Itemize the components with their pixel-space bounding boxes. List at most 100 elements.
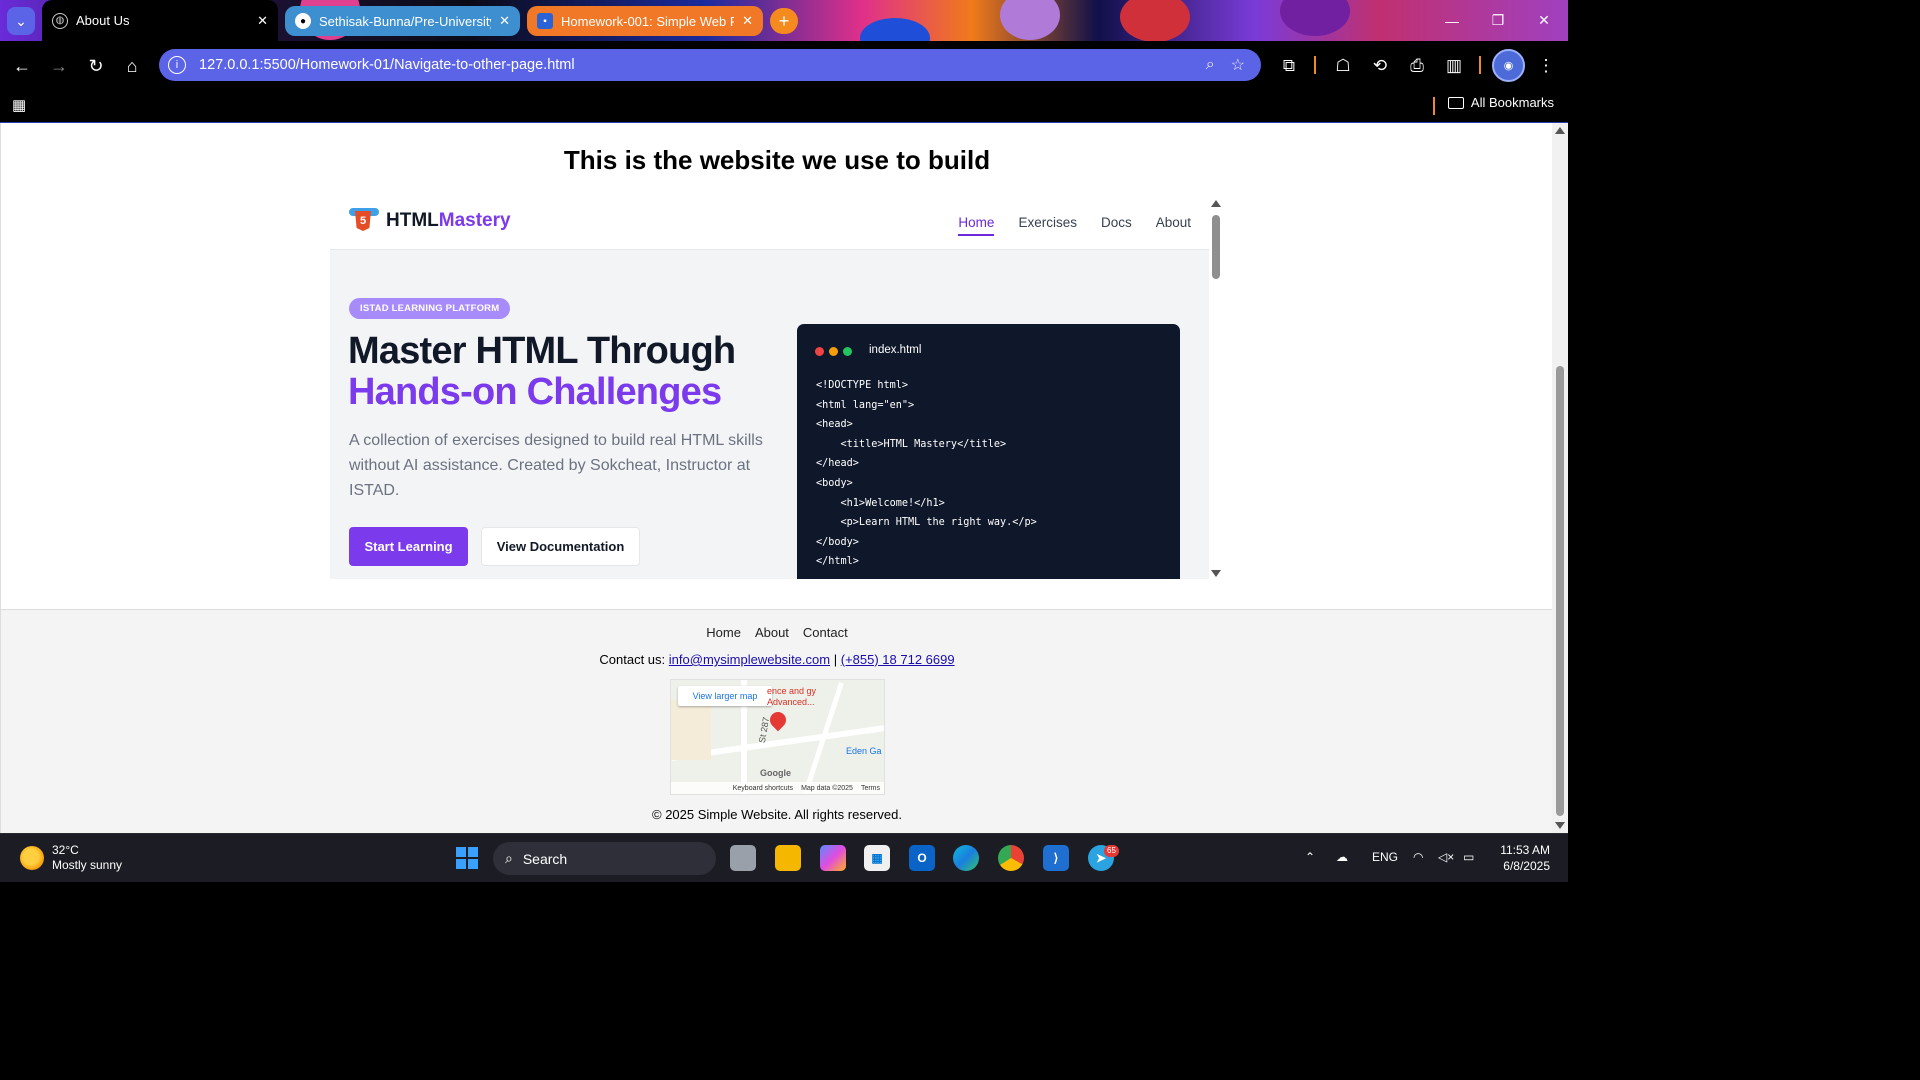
globe-icon: ◍	[52, 12, 68, 29]
copyright-text: © 2025 Simple Website. All rights reserv…	[652, 807, 902, 822]
embedded-navbar: 5 HTML Mastery Home Exercises Docs About	[330, 198, 1209, 250]
edge-icon[interactable]	[953, 845, 979, 871]
keyboard-shortcuts-link[interactable]: Keyboard shortcuts	[733, 785, 793, 792]
tab-github[interactable]: ● Sethisak-Bunna/Pre-University- ✕	[285, 6, 520, 36]
chrome-icon[interactable]	[998, 845, 1024, 871]
vscode-icon[interactable]: ⟩	[1043, 845, 1069, 871]
forward-button[interactable]: →	[46, 53, 72, 79]
tab-title: About Us	[76, 13, 130, 28]
zoom-icon[interactable]: ⌕	[1206, 56, 1215, 74]
history-icon[interactable]: ⟲	[1367, 53, 1393, 79]
embedded-site-iframe[interactable]: 5 HTML Mastery Home Exercises Docs About …	[330, 198, 1223, 579]
footer-link-about[interactable]: About	[755, 625, 789, 640]
menu-icon[interactable]: ⋮	[1533, 53, 1559, 79]
all-bookmarks-button[interactable]: All Bookmarks	[1447, 95, 1554, 110]
close-window-button[interactable]: ✕	[1521, 0, 1567, 41]
terms-link[interactable]: Terms	[861, 785, 880, 792]
url-text[interactable]: 127.0.0.1:5500/Homework-01/Navigate-to-o…	[199, 57, 1206, 73]
microsoft-store-icon[interactable]: ▦	[864, 845, 890, 871]
partly-sunny-icon	[20, 846, 44, 870]
map-area	[671, 700, 711, 760]
map-place-label: ence and gy Advanced...	[767, 686, 817, 707]
view-larger-map-link[interactable]: View larger map	[678, 686, 772, 706]
footer-link-home[interactable]: Home	[706, 625, 741, 640]
bookmarks-bar: ▦ All Bookmarks	[0, 89, 1568, 123]
close-icon[interactable]: ✕	[499, 13, 510, 29]
system-clock[interactable]: 11:53 AM 6/8/2025	[1490, 842, 1550, 874]
task-view-icon[interactable]	[730, 845, 756, 871]
contact-label: Contact us:	[599, 652, 666, 667]
profile-avatar[interactable]: ◉	[1492, 49, 1525, 82]
print-icon[interactable]: ⎙	[1404, 53, 1430, 79]
view-documentation-button[interactable]: View Documentation	[481, 527, 640, 566]
minimize-button[interactable]: —	[1429, 0, 1475, 41]
email-link[interactable]: info@mysimplewebsite.com	[669, 652, 830, 667]
scrollbar-thumb[interactable]	[1556, 366, 1564, 816]
embedded-google-map[interactable]: View larger map ence and gy Advanced... …	[670, 679, 885, 795]
nav-link-about[interactable]: About	[1156, 215, 1191, 236]
home-button[interactable]: ⌂	[119, 53, 145, 79]
embedded-nav-links: Home Exercises Docs About	[958, 215, 1191, 236]
incognito-icon[interactable]: ☖	[1330, 53, 1356, 79]
back-button[interactable]: ←	[9, 53, 35, 79]
iframe-scrollbar[interactable]	[1209, 198, 1223, 579]
outlook-icon[interactable]: O	[909, 845, 935, 871]
wifi-icon[interactable]: ◠	[1413, 850, 1423, 864]
html5-logo-icon: 5	[349, 208, 379, 234]
scroll-down-arrow-icon[interactable]	[1211, 570, 1221, 577]
tab-search-button[interactable]: ⌄	[7, 7, 35, 35]
search-label: Search	[522, 850, 568, 867]
nav-link-docs[interactable]: Docs	[1101, 215, 1132, 236]
reload-button[interactable]: ↻	[83, 53, 109, 79]
code-line: <title>HTML Mastery</title>	[816, 438, 1007, 450]
footer-link-contact[interactable]: Contact	[803, 625, 848, 640]
side-panel-icon[interactable]: ▥	[1441, 53, 1467, 79]
copilot-icon[interactable]	[820, 845, 846, 871]
extensions-icon[interactable]: ⧉	[1276, 53, 1302, 79]
nav-link-exercises[interactable]: Exercises	[1018, 215, 1077, 236]
address-bar[interactable]: i 127.0.0.1:5500/Homework-01/Navigate-to…	[159, 49, 1261, 81]
tab-strip: ⌄ ◍ About Us ✕ ● Sethisak-Bunna/Pre-Univ…	[0, 0, 1568, 41]
code-filename: index.html	[869, 344, 922, 356]
weather-widget[interactable]: 32°C Mostly sunny	[20, 843, 122, 873]
tab-homework[interactable]: ▪ Homework-001: Simple Web Pa ✕	[527, 6, 763, 36]
htmlmastery-logo[interactable]: 5 HTML Mastery	[349, 208, 511, 234]
folder-icon	[1447, 96, 1464, 109]
language-indicator[interactable]: ENG	[1372, 850, 1398, 864]
onedrive-icon[interactable]: ☁	[1336, 850, 1348, 864]
start-learning-button[interactable]: Start Learning	[349, 527, 468, 566]
phone-link[interactable]: (+855) 18 712 6699	[841, 652, 955, 667]
close-icon[interactable]: ✕	[742, 13, 753, 29]
classroom-icon: ▪	[537, 13, 553, 29]
show-hidden-icons-icon[interactable]: ⌃	[1305, 850, 1315, 864]
code-line: <head>	[816, 419, 853, 431]
restore-button[interactable]: ❐	[1475, 0, 1521, 41]
telegram-unread-badge: 65	[1104, 845, 1119, 857]
windows-start-icon[interactable]	[454, 845, 480, 871]
scrollbar-thumb[interactable]	[1212, 215, 1220, 279]
new-tab-button[interactable]: +	[770, 8, 798, 34]
toolbar-separator	[1479, 56, 1481, 74]
theme-decoration	[1120, 0, 1190, 41]
apps-icon[interactable]: ▦	[12, 96, 26, 114]
battery-icon[interactable]: ▭	[1463, 850, 1474, 864]
tab-title: Sethisak-Bunna/Pre-University-	[319, 13, 492, 29]
scroll-down-arrow-icon[interactable]	[1555, 822, 1565, 829]
logo-text-html: HTML	[386, 210, 439, 231]
page-scrollbar[interactable]	[1552, 123, 1568, 833]
search-icon: ⌕	[505, 850, 513, 866]
taskbar-search[interactable]: ⌕ Search	[493, 842, 716, 875]
volume-muted-icon[interactable]: ◁×	[1438, 850, 1454, 864]
bookmark-star-icon[interactable]: ☆	[1231, 55, 1245, 75]
all-bookmarks-label: All Bookmarks	[1470, 95, 1554, 110]
scroll-up-arrow-icon[interactable]	[1211, 200, 1221, 207]
code-line: <h1>Welcome!</h1>	[816, 497, 945, 509]
hero-section: ISTAD LEARNING PLATFORM Master HTML Thro…	[330, 250, 1209, 579]
site-info-icon[interactable]: i	[168, 56, 186, 74]
file-explorer-icon[interactable]	[775, 845, 801, 871]
theme-decoration	[1280, 0, 1350, 36]
close-icon[interactable]: ✕	[257, 13, 268, 29]
tab-about-us[interactable]: ◍ About Us ✕	[42, 0, 278, 41]
scroll-up-arrow-icon[interactable]	[1555, 127, 1565, 134]
nav-link-home[interactable]: Home	[958, 215, 995, 236]
